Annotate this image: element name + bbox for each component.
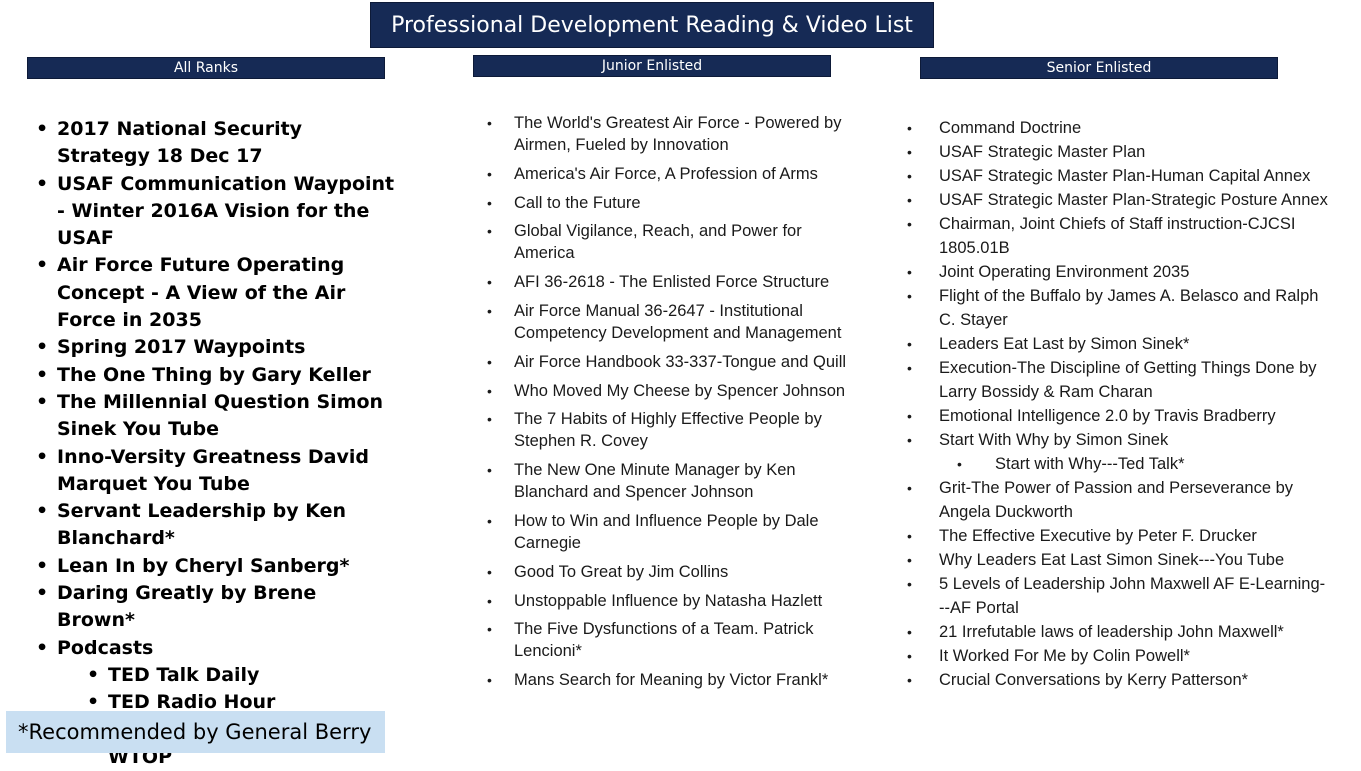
list-item: 5 Levels of Leadership John Maxwell AF E… <box>905 572 1330 620</box>
list-junior-enlisted: The World's Greatest Air Force - Powered… <box>484 112 854 698</box>
page-title: Professional Development Reading & Video… <box>370 2 934 48</box>
list-item: Start With Why by Simon Sinek <box>905 428 1330 452</box>
header-senior-enlisted: Senior Enlisted <box>920 57 1278 79</box>
list-item: Spring 2017 Waypoints <box>33 334 398 362</box>
list-item: The One Thing by Gary Keller <box>33 362 398 390</box>
list-item: Grit-The Power of Passion and Perseveran… <box>905 476 1330 524</box>
list-item: USAF Strategic Master Plan-Human Capital… <box>905 164 1330 188</box>
list-item: Daring Greatly by Brene Brown* <box>33 580 398 635</box>
list-item: Air Force Handbook 33-337-Tongue and Qui… <box>484 351 854 373</box>
list-item: AFI 36-2618 - The Enlisted Force Structu… <box>484 271 854 293</box>
list-item: 21 Irrefutable laws of leadership John M… <box>905 620 1330 644</box>
list-item: Call to the Future <box>484 192 854 214</box>
header-all-ranks: All Ranks <box>27 57 385 79</box>
header-junior-enlisted: Junior Enlisted <box>473 55 831 77</box>
list-item: It Worked For Me by Colin Powell* <box>905 644 1330 668</box>
list-item: Podcasts <box>33 635 398 663</box>
list-item: Chairman, Joint Chiefs of Staff instruct… <box>905 212 1330 260</box>
list-item: Flight of the Buffalo by James A. Belasc… <box>905 284 1330 332</box>
list-item: America's Air Force, A Profession of Arm… <box>484 163 854 185</box>
list-item: Who Moved My Cheese by Spencer Johnson <box>484 380 854 402</box>
list-item: Inno-Versity Greatness David Marquet You… <box>33 444 398 499</box>
list-item: USAF Strategic Master Plan <box>905 140 1330 164</box>
list-item: The Millennial Question Simon Sinek You … <box>33 389 398 444</box>
list-item: Air Force Future Operating Concept - A V… <box>33 252 398 334</box>
list-item: Emotional Intelligence 2.0 by Travis Bra… <box>905 404 1330 428</box>
list-item: Execution-The Discipline of Getting Thin… <box>905 356 1330 404</box>
footnote-recommended: *Recommended by General Berry <box>6 711 385 753</box>
list-item: Why Leaders Eat Last Simon Sinek---You T… <box>905 548 1330 572</box>
list-item: Mans Search for Meaning by Victor Frankl… <box>484 669 854 691</box>
list-item: The Five Dysfunctions of a Team. Patrick… <box>484 618 854 662</box>
list-item: 2017 National Security Strategy 18 Dec 1… <box>33 116 398 171</box>
list-item: Air Force Manual 36-2647 - Institutional… <box>484 300 854 344</box>
list-item: The New One Minute Manager by Ken Blanch… <box>484 459 854 503</box>
list-item: Command Doctrine <box>905 116 1330 140</box>
list-item: The 7 Habits of Highly Effective People … <box>484 408 854 452</box>
list-item: The Effective Executive by Peter F. Druc… <box>905 524 1330 548</box>
list-item: Servant Leadership by Ken Blanchard* <box>33 498 398 553</box>
list-all-ranks: 2017 National Security Strategy 18 Dec 1… <box>33 116 398 771</box>
list-item: USAF Strategic Master Plan-Strategic Pos… <box>905 188 1330 212</box>
list-item: Good To Great by Jim Collins <box>484 561 854 583</box>
list-item: The World's Greatest Air Force - Powered… <box>484 112 854 156</box>
list-item: TED Talk Daily <box>33 662 398 690</box>
list-item: Start with Why---Ted Talk* <box>905 452 1330 476</box>
list-item: Crucial Conversations by Kerry Patterson… <box>905 668 1330 692</box>
list-item: How to Win and Influence People by Dale … <box>484 510 854 554</box>
list-item: USAF Communication Waypoint - Winter 201… <box>33 171 398 253</box>
list-item: Lean In by Cheryl Sanberg* <box>33 553 398 581</box>
list-item: Unstoppable Influence by Natasha Hazlett <box>484 590 854 612</box>
list-item: Global Vigilance, Reach, and Power for A… <box>484 220 854 264</box>
list-item: Leaders Eat Last by Simon Sinek* <box>905 332 1330 356</box>
list-senior-enlisted: Command DoctrineUSAF Strategic Master Pl… <box>905 116 1330 692</box>
list-item: Joint Operating Environment 2035 <box>905 260 1330 284</box>
